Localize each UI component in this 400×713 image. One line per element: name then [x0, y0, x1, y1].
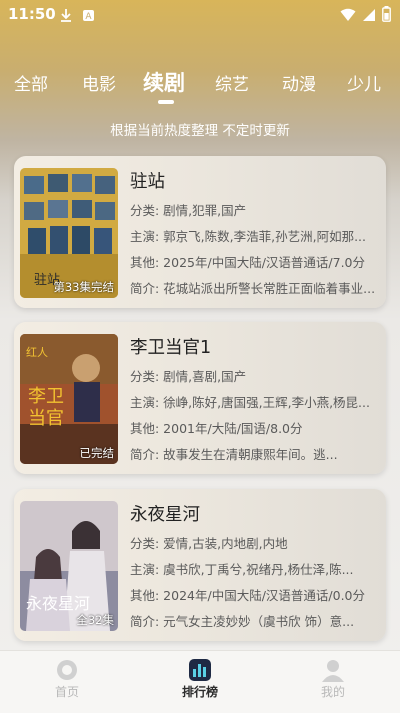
- svg-text:李卫: 李卫: [28, 386, 64, 407]
- home-icon: [32, 657, 102, 683]
- signal-icon: [362, 7, 376, 26]
- drama-cast: 主演: 虞书欣,丁禹兮,祝绪丹,杨仕泽,陈...: [130, 562, 354, 577]
- tab-series[interactable]: 续剧: [143, 67, 185, 97]
- poster-image: 红人 李卫 当官 已完结: [20, 334, 118, 464]
- drama-title: 驻站: [130, 172, 165, 192]
- status-bar: 11:50 A: [0, 0, 400, 30]
- bottom-navigation: 首页 排行榜 我的: [0, 650, 400, 713]
- svg-text:A: A: [85, 12, 92, 22]
- notification-icon: A: [82, 7, 95, 26]
- battery-icon: [382, 6, 391, 26]
- tab-kids[interactable]: 少儿: [347, 70, 381, 95]
- drama-category: 分类: 爱情,古装,内地剧,内地: [130, 536, 288, 551]
- nav-mine-label: 我的: [320, 685, 345, 699]
- ranking-icon: [165, 657, 235, 683]
- download-icon: [60, 7, 72, 26]
- category-tabs: 全部 电影 续剧 综艺 动漫 少儿: [0, 60, 400, 110]
- svg-text:当官: 当官: [28, 408, 64, 429]
- episode-badge: 全32集: [76, 613, 114, 627]
- episode-badge: 第33集完结: [53, 280, 114, 294]
- drama-category: 分类: 剧情,犯罪,国产: [130, 203, 247, 218]
- drama-card[interactable]: 永夜星河 全32集 永夜星河 分类: 爱情,古装,内地剧,内地 主演: 虞书欣,…: [14, 489, 386, 641]
- nav-ranking-label: 排行榜: [181, 685, 218, 699]
- drama-cast: 主演: 郭京飞,陈数,李浩菲,孙艺洲,阿如那...: [130, 229, 366, 244]
- nav-ranking[interactable]: 排行榜: [165, 657, 235, 700]
- drama-intro: 简介: 元气女主凌妙妙（虞书欣 饰）意...: [130, 614, 355, 629]
- profile-icon: [298, 657, 368, 683]
- drama-intro: 简介: 故事发生在清朝康熙年间。逃...: [130, 447, 338, 462]
- drama-intro: 简介: 花城站派出所警长常胜正面临着事业...: [130, 281, 376, 296]
- drama-title: 永夜星河: [130, 505, 200, 525]
- tab-anime[interactable]: 动漫: [282, 70, 316, 95]
- drama-card[interactable]: 红人 李卫 当官 已完结 李卫当官1 分类: 剧情,喜剧,国产 主演: 徐峥,陈…: [14, 322, 386, 474]
- nav-home-label: 首页: [54, 685, 79, 699]
- drama-card[interactable]: 驻站 第33集完结 驻站 分类: 剧情,犯罪,国产 主演: 郭京飞,陈数,李浩菲…: [14, 156, 386, 308]
- drama-title: 李卫当官1: [130, 338, 212, 358]
- drama-category: 分类: 剧情,喜剧,国产: [130, 369, 247, 384]
- poster-image: 驻站 第33集完结: [20, 168, 118, 298]
- poster-image: 永夜星河 全32集: [20, 501, 118, 631]
- drama-other-info: 其他: 2024年/中国大陆/汉语普通话/0.0分: [130, 588, 366, 603]
- drama-other-info: 其他: 2025年/中国大陆/汉语普通话/7.0分: [130, 255, 366, 270]
- tab-indicator: [158, 100, 174, 104]
- tab-movie[interactable]: 电影: [82, 70, 116, 95]
- wifi-icon: [340, 7, 356, 26]
- tab-all[interactable]: 全部: [14, 70, 48, 95]
- ranking-subtitle: 根据当前热度整理 不定时更新: [110, 123, 290, 139]
- drama-other-info: 其他: 2001年/大陆/国语/8.0分: [130, 421, 303, 436]
- tab-variety[interactable]: 综艺: [215, 70, 249, 95]
- svg-text:永夜星河: 永夜星河: [26, 594, 90, 613]
- nav-mine[interactable]: 我的: [298, 657, 368, 700]
- status-time: 11:50: [8, 5, 56, 23]
- svg-text:红人: 红人: [26, 346, 48, 359]
- nav-home[interactable]: 首页: [32, 657, 102, 700]
- drama-cast: 主演: 徐峥,陈好,唐国强,王辉,李小燕,杨昆...: [130, 395, 370, 410]
- episode-badge: 已完结: [79, 446, 115, 460]
